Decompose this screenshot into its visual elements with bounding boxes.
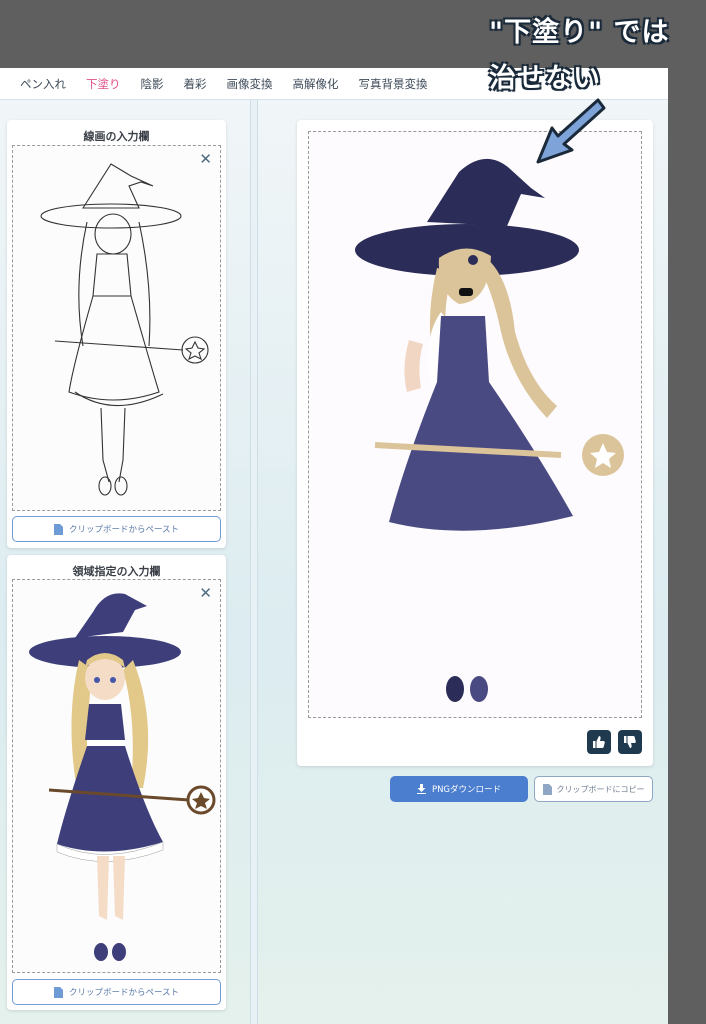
annotation-line-1: "下塗り" では — [489, 17, 670, 48]
lineart-paste-button[interactable]: クリップボードからペースト — [12, 516, 221, 542]
annotation-text: "下塗り" では 治せない — [489, 10, 699, 102]
region-panel-title: 領域指定の入力欄 — [72, 565, 161, 578]
app-window: ペン入れ 下塗り 陰影 着彩 画像変換 高解像化 写真背景変換 線画の入力欄 ✕ — [0, 68, 668, 1024]
region-image — [29, 593, 216, 961]
tab-upscale[interactable]: 高解像化 — [273, 76, 339, 92]
document-icon — [542, 783, 552, 795]
download-icon — [416, 784, 426, 794]
tab-base-coat[interactable]: 下塗り — [66, 76, 121, 92]
thumbs-up-button[interactable] — [587, 730, 611, 754]
lineart-dropzone[interactable]: ✕ — [12, 145, 221, 511]
copy-to-clipboard-button[interactable]: クリップボードにコピー — [534, 776, 653, 802]
document-icon — [53, 986, 63, 998]
region-paste-label: クリップボードからペースト — [68, 988, 180, 998]
tab-image-convert[interactable]: 画像変換 — [207, 76, 273, 92]
tab-photo-bg-convert[interactable]: 写真背景変換 — [339, 76, 428, 92]
region-panel: 領域指定の入力欄 ✕ クリップボードからペースト — [7, 555, 226, 1010]
result-image — [355, 158, 624, 702]
lineart-paste-label: クリップボードからペースト — [68, 525, 180, 535]
annotation-arrow-icon — [536, 98, 606, 164]
lineart-image — [40, 163, 209, 496]
region-paste-button[interactable]: クリップボードからペースト — [12, 979, 221, 1005]
close-icon[interactable]: ✕ — [199, 586, 212, 601]
close-icon[interactable]: ✕ — [199, 152, 212, 167]
png-download-label: PNGダウンロード — [431, 785, 502, 795]
thumbs-up-icon — [593, 736, 605, 748]
tab-coloring[interactable]: 着彩 — [164, 76, 207, 92]
document-icon — [53, 523, 63, 535]
result-panel — [297, 120, 653, 766]
png-download-button[interactable]: PNGダウンロード — [390, 776, 528, 802]
region-dropzone[interactable]: ✕ — [12, 579, 221, 973]
tab-pen[interactable]: ペン入れ — [0, 76, 66, 92]
result-image-area — [308, 131, 642, 718]
lineart-panel-title: 線画の入力欄 — [83, 130, 150, 143]
copy-to-clipboard-label: クリップボードにコピー — [556, 784, 645, 794]
tab-shading[interactable]: 陰影 — [121, 76, 164, 92]
panel-splitter[interactable] — [250, 100, 258, 1024]
lineart-panel: 線画の入力欄 ✕ クリップボードからペースト — [7, 120, 226, 548]
thumbs-down-icon — [624, 736, 636, 748]
thumbs-down-button[interactable] — [618, 730, 642, 754]
